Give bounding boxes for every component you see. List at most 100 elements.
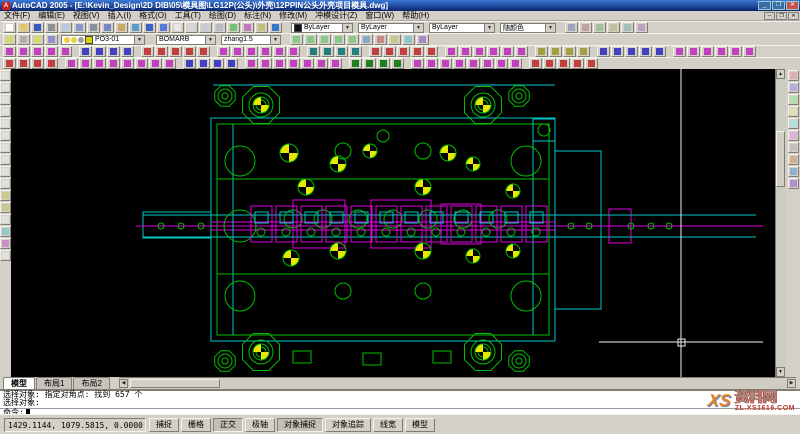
custom-tool-icon[interactable] [425, 58, 438, 69]
custom-tool-icon[interactable] [59, 46, 72, 57]
custom-tool-icon[interactable] [287, 58, 300, 69]
plotstyle-control-dropdown[interactable]: 随颜色 ▼ [500, 23, 556, 33]
ellipse-icon[interactable] [0, 178, 11, 189]
help-icon[interactable] [269, 22, 282, 33]
scroll-left-icon[interactable]: ◀ [119, 379, 128, 388]
custom-tool-icon[interactable] [549, 46, 562, 57]
custom-tool-icon[interactable] [183, 58, 196, 69]
custom-tool-icon[interactable] [273, 58, 286, 69]
maximize-button[interactable]: ❐ [772, 1, 785, 10]
vertical-scrollbar[interactable]: ▲ ▼ [775, 69, 786, 377]
custom-tool-icon[interactable] [259, 46, 272, 57]
offset-icon[interactable] [788, 106, 799, 117]
custom-tool-icon[interactable] [163, 58, 176, 69]
menu-item[interactable]: 冲模设计(Z) [311, 10, 361, 21]
custom-tool-icon[interactable] [535, 46, 548, 57]
custom-tool-icon[interactable] [467, 58, 480, 69]
custom-tool-icon[interactable] [377, 58, 390, 69]
status-toggle-模型[interactable]: 模型 [405, 418, 435, 432]
dim-angular-icon[interactable] [346, 34, 359, 45]
rotate-icon[interactable] [788, 142, 799, 153]
custom-tool-icon[interactable] [383, 46, 396, 57]
custom-tool-icon[interactable] [439, 58, 452, 69]
polyline-icon[interactable] [0, 94, 11, 105]
redo-icon[interactable] [157, 22, 170, 33]
custom-tool-icon[interactable] [121, 58, 134, 69]
custom-tool-icon[interactable] [625, 46, 638, 57]
lineweight-control-dropdown[interactable]: ByLayer ▼ [429, 23, 495, 33]
calc-icon[interactable] [635, 22, 648, 33]
custom-tool-icon[interactable] [459, 46, 472, 57]
doc-minimize-button[interactable]: ─ [764, 12, 775, 20]
line-icon[interactable] [0, 70, 11, 81]
custom-tool-icon[interactable] [197, 46, 210, 57]
menu-item[interactable]: 标注(N) [240, 10, 275, 21]
custom-tool-icon[interactable] [245, 46, 258, 57]
status-toggle-正交[interactable]: 正交 [213, 418, 243, 432]
match-properties-icon[interactable] [129, 22, 142, 33]
zoom-previous-icon[interactable] [213, 22, 226, 33]
horizontal-scrollbar[interactable]: ◀ ▶ [119, 377, 796, 389]
custom-tool-icon[interactable] [287, 46, 300, 57]
custom-tool-icon[interactable] [563, 46, 576, 57]
custom-tool-icon[interactable] [515, 46, 528, 57]
menu-item[interactable]: 工具(T) [171, 10, 205, 21]
extend-icon[interactable] [788, 178, 799, 189]
dim-update-icon[interactable] [402, 34, 415, 45]
custom-tool-icon[interactable] [141, 46, 154, 57]
scroll-down-icon[interactable]: ▼ [776, 367, 785, 377]
scroll-right-icon[interactable]: ▶ [787, 379, 796, 388]
copy-object-icon[interactable] [788, 82, 799, 93]
arc-icon[interactable] [0, 130, 11, 141]
custom-tool-icon[interactable] [45, 46, 58, 57]
custom-tool-icon[interactable] [715, 46, 728, 57]
dim-edit-icon[interactable] [388, 34, 401, 45]
custom-tool-icon[interactable] [701, 46, 714, 57]
custom-tool-icon[interactable] [509, 58, 522, 69]
mirror-icon[interactable] [788, 94, 799, 105]
zoom-window-icon[interactable] [199, 22, 212, 33]
field-icon[interactable] [621, 22, 634, 33]
custom-tool-icon[interactable] [79, 58, 92, 69]
menu-item[interactable]: 插入(I) [104, 10, 136, 21]
custom-tool-icon[interactable] [321, 46, 334, 57]
array-icon[interactable] [788, 118, 799, 129]
linetype-control-dropdown[interactable]: ByLayer ▼ [358, 23, 424, 33]
custom-tool-icon[interactable] [217, 46, 230, 57]
make-object-layer-icon[interactable] [31, 34, 44, 45]
custom-tool-icon[interactable] [45, 58, 58, 69]
custom-tool-icon[interactable] [543, 58, 556, 69]
custom-tool-icon[interactable] [571, 58, 584, 69]
qdim-icon[interactable] [593, 22, 606, 33]
hatch-icon[interactable] [0, 226, 11, 237]
custom-tool-icon[interactable] [743, 46, 756, 57]
custom-tool-icon[interactable] [411, 58, 424, 69]
table-icon[interactable] [607, 22, 620, 33]
plot-preview-icon[interactable] [59, 22, 72, 33]
custom-tool-icon[interactable] [149, 58, 162, 69]
text-icon[interactable] [0, 250, 11, 261]
custom-tool-icon[interactable] [349, 46, 362, 57]
status-toggle-对象捕捉[interactable]: 对象捕捉 [277, 418, 323, 432]
sheet-set-icon[interactable] [565, 22, 578, 33]
layer-previous-icon[interactable] [45, 34, 58, 45]
custom-tool-icon[interactable] [529, 58, 542, 69]
custom-tool-icon[interactable] [169, 46, 182, 57]
color-control-dropdown[interactable]: ByLayer ▼ [291, 23, 353, 33]
custom-tool-icon[interactable] [501, 46, 514, 57]
custom-tool-icon[interactable] [93, 58, 106, 69]
drawing-area[interactable] [11, 69, 775, 377]
dim-radius-icon[interactable] [318, 34, 331, 45]
custom-tool-icon[interactable] [445, 46, 458, 57]
dimstyle-dropdown[interactable]: BOMARB ▼ [156, 35, 216, 45]
custom-tool-icon[interactable] [301, 58, 314, 69]
custom-tool-icon[interactable] [259, 58, 272, 69]
tool-palettes-icon[interactable] [255, 22, 268, 33]
custom-tool-icon[interactable] [487, 46, 500, 57]
layer-dropdown[interactable]: PO3-01 ▼ [61, 35, 145, 45]
menu-item[interactable]: 窗口(W) [361, 10, 398, 21]
custom-tool-icon[interactable] [197, 58, 210, 69]
custom-tool-icon[interactable] [673, 46, 686, 57]
cut-icon[interactable] [87, 22, 100, 33]
close-button[interactable]: ✕ [786, 1, 799, 10]
